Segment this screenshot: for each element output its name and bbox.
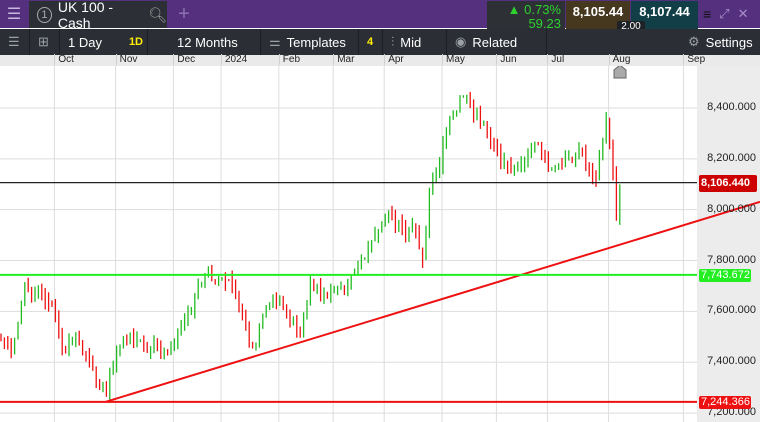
templates-count-label: 4 <box>367 36 374 48</box>
trendline[interactable] <box>105 200 760 403</box>
layout-button[interactable]: ⊞ <box>30 29 60 55</box>
month-tick-label: Sep <box>683 54 705 65</box>
range-select[interactable]: 12 Months <box>169 29 261 55</box>
price-type-button[interactable]: ⫶ Mid <box>383 29 447 55</box>
price-tick-label: 8,400.000 <box>707 100 756 113</box>
month-tick-label: Nov <box>115 54 137 65</box>
instrument-name: UK 100 - Cash <box>57 0 114 31</box>
layout-grid-icon: ⊞ <box>38 34 49 49</box>
month-tick-label: May <box>442 54 465 65</box>
change-percent: ▲ 0.73% <box>507 2 561 17</box>
interval-label: 1 Day <box>68 34 102 50</box>
current-price-tag: 8,106.440 <box>699 174 757 192</box>
low-support-tag: 7,244.366 <box>699 395 751 409</box>
price-change: ▲ 0.73% 59.23 <box>487 1 565 31</box>
month-tick-label: Aug <box>608 54 630 65</box>
month-tick-label: 2024 <box>221 54 247 65</box>
list-button[interactable]: ☰ <box>0 29 30 55</box>
price-tick-label: 8,000.000 <box>707 202 756 215</box>
related-button[interactable]: ◉ Related <box>447 29 547 55</box>
related-label: Related <box>472 34 518 50</box>
search-icon[interactable]: 🔍︎ <box>148 6 167 24</box>
event-marker-icon[interactable] <box>613 66 627 79</box>
chart-toolbar: ☰ ⊞ 1 Day 1D 12 Months ⚌ Templates 4 ⫶ Mid… <box>0 29 760 55</box>
resistance-support-tag: 7,743.672 <box>699 268 751 282</box>
templates-count: 4 <box>359 29 383 55</box>
month-tick-label: Oct <box>54 54 74 65</box>
price-type-label: Mid <box>400 34 422 50</box>
settings-label: Settings <box>705 34 753 50</box>
price-tick-label: 7,800.000 <box>707 253 756 266</box>
close-icon[interactable]: ✕ <box>738 6 749 22</box>
price-tick-label: 8,200.000 <box>707 151 756 164</box>
templates-button[interactable]: ⚌ Templates <box>261 29 359 55</box>
templates-label: Templates <box>286 34 346 50</box>
window-controls: ≡ ⤢ ✕ <box>699 0 760 28</box>
expand-icon[interactable]: ⤢ <box>719 6 729 22</box>
date-axis: Oct Nov Dec 2024 Feb Mar Apr May Jun Jul Aug Sep <box>0 54 760 66</box>
month-tick-label: Mar <box>333 54 354 65</box>
month-tick-label: Jun <box>496 54 517 65</box>
month-tick-label: Apr <box>384 54 404 65</box>
eye-icon: ◉ <box>455 34 467 49</box>
price-chart[interactable] <box>0 66 760 422</box>
add-tab-button[interactable]: + <box>170 0 198 28</box>
interval-badge: 1D <box>128 36 143 48</box>
month-tick-label: Feb <box>278 54 300 65</box>
month-tick-label: Jul <box>547 54 564 65</box>
settings-button[interactable]: ⚙ Settings <box>680 29 760 55</box>
gear-icon: ⚙ <box>688 34 700 49</box>
price-tick-label: 7,400.000 <box>707 355 756 368</box>
hamburger-menu-button[interactable]: ☰ <box>0 0 28 28</box>
price-axis: 7,200.000 7,400.000 7,600.000 7,800.000 8,00… <box>697 66 760 422</box>
price-tick-label: 7,600.000 <box>707 304 756 317</box>
interval-select[interactable]: 1 Day 1D <box>60 29 148 55</box>
drag-handle-icon[interactable]: ≡ <box>703 7 711 21</box>
list-icon: ☰ <box>8 34 20 49</box>
range-label: 12 Months <box>177 34 238 50</box>
candles-icon: ⫶ <box>391 34 395 49</box>
sliders-icon: ⚌ <box>269 34 281 49</box>
instrument-tab[interactable]: 1 UK 100 - Cash 🔍︎ <box>29 0 167 31</box>
month-tick-label: Dec <box>173 54 195 65</box>
tab-number: 1 <box>37 6 52 23</box>
